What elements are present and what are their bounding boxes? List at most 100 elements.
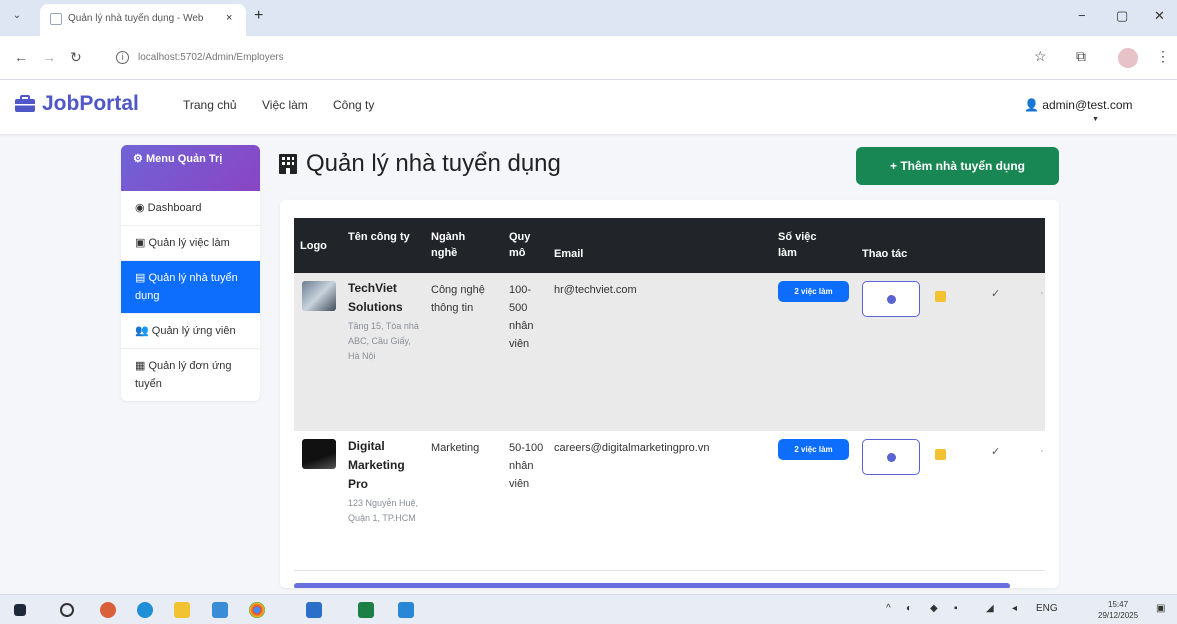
check-icon[interactable]: ✓ bbox=[991, 445, 1000, 458]
site-info-icon[interactable]: i bbox=[116, 51, 129, 64]
tray-app-icon[interactable]: ◆ bbox=[930, 603, 938, 614]
page-favicon-icon bbox=[50, 13, 62, 25]
sidebar-item-applications[interactable]: ▦ Quản lý đơn ứng tuyển bbox=[121, 349, 260, 401]
email-cell: hr@techviet.com bbox=[554, 284, 637, 296]
edge-icon[interactable] bbox=[137, 602, 153, 618]
input-language[interactable]: ENG bbox=[1036, 603, 1058, 614]
outlook-icon[interactable] bbox=[306, 602, 322, 618]
sidebar-item-label: Quản lý đơn ứng tuyển bbox=[135, 360, 232, 390]
copilot-icon[interactable] bbox=[100, 602, 116, 618]
size-cell: 50-100 nhân viên bbox=[509, 442, 544, 490]
more-icon[interactable]: · bbox=[1040, 287, 1044, 299]
minimize-button[interactable]: − bbox=[1078, 8, 1086, 23]
profile-avatar[interactable] bbox=[1118, 48, 1138, 68]
column-header-jobs: Số việc làm bbox=[778, 231, 817, 259]
vscode-icon[interactable] bbox=[398, 602, 414, 618]
nav-link-jobs[interactable]: Việc làm bbox=[262, 98, 308, 112]
tray-chevron-icon[interactable]: ^ bbox=[886, 603, 891, 614]
photos-icon[interactable] bbox=[212, 602, 228, 618]
horizontal-scrollbar[interactable] bbox=[294, 583, 1010, 588]
tab-title: Quản lý nhà tuyển dụng - Web bbox=[68, 13, 204, 24]
clock-time: 15:47 bbox=[1108, 600, 1129, 609]
app-navbar: JobPortal Trang chủ Việc làm Công ty 👤 a… bbox=[0, 80, 1177, 134]
sidebar-item-employers[interactable]: ▤ Quản lý nhà tuyển dụng bbox=[121, 261, 260, 314]
palette-icon: ◉ bbox=[135, 202, 145, 214]
more-icon[interactable]: · bbox=[1040, 445, 1044, 457]
address-bar[interactable]: i localhost:5702/Admin/Employers bbox=[104, 44, 1004, 72]
reload-icon[interactable]: ↻ bbox=[70, 49, 82, 66]
company-cell: TechViet Solutions Tầng 15, Tòa nhà ABC,… bbox=[348, 279, 420, 364]
column-header-industry: Ngành nghề bbox=[431, 231, 466, 259]
chrome-icon[interactable] bbox=[249, 602, 265, 618]
briefcase-icon: ▣ bbox=[135, 237, 146, 249]
company-address: 123 Nguyễn Huệ, Quận 1, TP.HCM bbox=[348, 498, 419, 523]
bookmark-star-icon[interactable]: ☆ bbox=[1034, 48, 1047, 65]
building-icon bbox=[279, 154, 297, 174]
nav-link-companies[interactable]: Công ty bbox=[333, 98, 374, 112]
user-email: admin@test.com bbox=[1042, 98, 1133, 112]
view-button[interactable] bbox=[862, 439, 920, 475]
eye-icon bbox=[887, 295, 896, 304]
browser-menu-icon[interactable]: ⋮ bbox=[1156, 48, 1170, 65]
browser-toolbar: ← → ↻ i localhost:5702/Admin/Employers ☆… bbox=[0, 36, 1177, 80]
new-tab-button[interactable]: + bbox=[254, 7, 263, 25]
excel-icon[interactable] bbox=[358, 602, 374, 618]
tab-search-icon[interactable]: ⌄ bbox=[8, 10, 26, 26]
sidebar-item-label: Quản lý ứng viên bbox=[151, 325, 236, 337]
page-title: Quản lý nhà tuyển dụng bbox=[278, 150, 561, 178]
sidebar-item-label: Quản lý nhà tuyển dụng bbox=[135, 272, 238, 302]
sidebar-item-jobs[interactable]: ▣ Quản lý việc làm bbox=[121, 226, 260, 261]
industry-cell: Marketing bbox=[431, 442, 480, 454]
sidebar-header-label: Menu Quản Trị bbox=[145, 153, 223, 165]
browser-tab[interactable]: Quản lý nhà tuyển dụng - Web × bbox=[40, 4, 246, 36]
volume-icon[interactable]: ◂ bbox=[1012, 603, 1017, 614]
user-dropdown-caret-icon[interactable]: ▼ bbox=[1092, 116, 1099, 123]
job-count-badge: 2 việc làm bbox=[778, 281, 849, 302]
add-employer-button[interactable]: + Thêm nhà tuyển dụng bbox=[856, 147, 1059, 185]
clock-date: 29/12/2025 bbox=[1098, 611, 1139, 620]
windows-start-icon[interactable] bbox=[14, 604, 26, 616]
tab-close-icon[interactable]: × bbox=[226, 12, 232, 24]
user-menu[interactable]: 👤 admin@test.com bbox=[1024, 98, 1133, 112]
job-count-badge: 2 việc làm bbox=[778, 439, 849, 460]
wifi-icon[interactable]: ◢ bbox=[986, 603, 994, 614]
maximize-button[interactable]: ▢ bbox=[1116, 8, 1128, 24]
edit-icon[interactable] bbox=[935, 291, 946, 302]
view-button[interactable] bbox=[862, 281, 920, 317]
column-header-size: Quy mô bbox=[509, 231, 531, 259]
building-icon: ▤ bbox=[135, 272, 146, 284]
file-explorer-icon[interactable] bbox=[174, 602, 190, 618]
company-cell: Digital Marketing Pro 123 Nguyễn Huệ, Qu… bbox=[348, 437, 420, 526]
company-name[interactable]: TechViet Solutions bbox=[348, 279, 420, 317]
extensions-icon[interactable]: ⧉ bbox=[1076, 48, 1086, 65]
browser-tab-strip: ⌄ Quản lý nhà tuyển dụng - Web × + − ▢ ✕ bbox=[0, 0, 1177, 36]
tray-app-icon[interactable]: ◐ bbox=[906, 603, 912, 614]
notification-icon[interactable]: ▣ bbox=[1156, 603, 1165, 614]
users-icon: 👥 bbox=[135, 325, 149, 337]
sidebar-item-dashboard[interactable]: ◉ Dashboard bbox=[121, 191, 260, 226]
column-header-company: Tên công ty bbox=[348, 231, 410, 243]
admin-sidebar: ⚙ Menu Quản Trị ◉ Dashboard ▣ Quản lý vi… bbox=[121, 145, 260, 401]
back-arrow-icon[interactable]: ← bbox=[14, 49, 28, 65]
company-logo bbox=[302, 281, 336, 311]
url-text: localhost:5702/Admin/Employers bbox=[138, 52, 284, 63]
close-window-button[interactable]: ✕ bbox=[1154, 8, 1165, 24]
sidebar-item-candidates[interactable]: 👥 Quản lý ứng viên bbox=[121, 314, 260, 349]
file-icon: ▦ bbox=[135, 360, 146, 372]
industry-cell: Công nghệ thông tin bbox=[431, 284, 485, 314]
briefcase-icon bbox=[15, 95, 35, 112]
brand-logo[interactable]: JobPortal bbox=[14, 92, 139, 116]
size-cell: 100-500 nhân viên bbox=[509, 284, 534, 350]
taskbar-clock[interactable]: 15:47 29/12/2025 bbox=[1098, 599, 1138, 621]
edit-icon[interactable] bbox=[935, 449, 946, 460]
company-name[interactable]: Digital Marketing Pro bbox=[348, 437, 420, 494]
email-cell: careers@digitalmarketingpro.vn bbox=[554, 442, 710, 454]
nav-link-home[interactable]: Trang chủ bbox=[183, 98, 237, 112]
check-icon[interactable]: ✓ bbox=[991, 287, 1000, 300]
eye-icon bbox=[887, 453, 896, 462]
page-title-text: Quản lý nhà tuyển dụng bbox=[306, 150, 561, 177]
column-header-logo: Logo bbox=[300, 240, 327, 252]
tray-app-icon[interactable]: ▪ bbox=[954, 603, 958, 614]
forward-arrow-icon[interactable]: → bbox=[42, 49, 56, 65]
search-icon[interactable] bbox=[60, 603, 74, 617]
